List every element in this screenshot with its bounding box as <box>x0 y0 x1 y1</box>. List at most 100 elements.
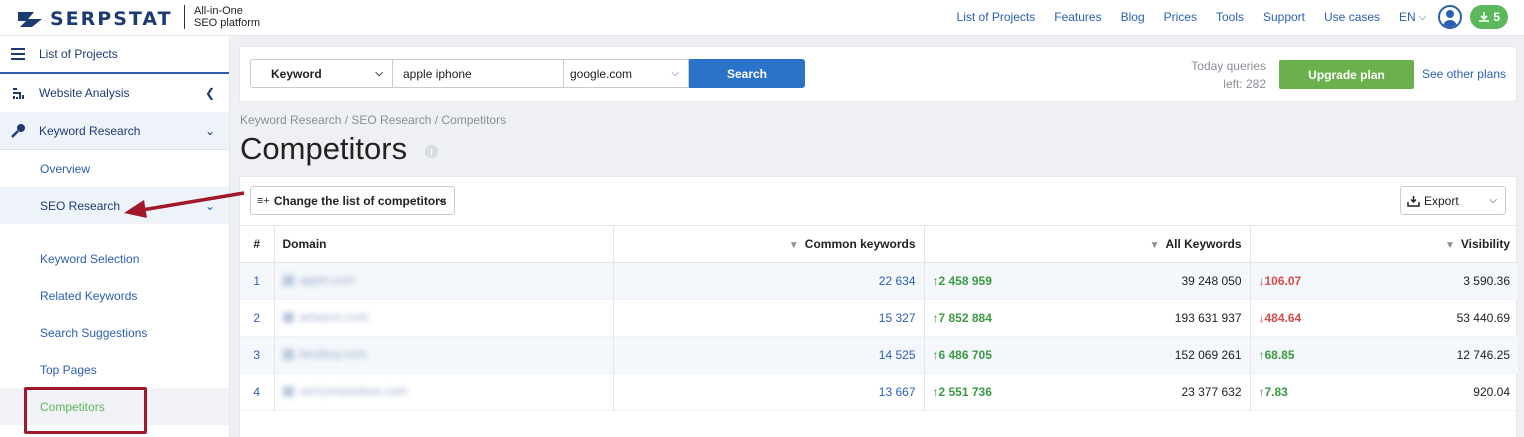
table-row: 1 apple.com 22 634 ↑2 458 959 39 248 050 ↓106… <box>240 262 1518 300</box>
sidebar-item-list-of-projects[interactable]: List of Projects <box>0 36 229 74</box>
tagline-line-2: SEO platform <box>194 17 261 29</box>
column-header-label: Domain <box>282 237 327 251</box>
column-header-domain: Domain <box>274 225 614 263</box>
sidebar-item-overview[interactable]: Overview <box>0 150 229 187</box>
all-keywords-delta-value: 7 852 884 <box>938 311 992 325</box>
all-keywords-value: 23 377 632 <box>1181 385 1242 399</box>
domain-text: amazon.com <box>299 310 369 325</box>
column-header-label: All Keywords <box>1165 237 1242 251</box>
downloads-count: 5 <box>1493 10 1500 24</box>
domain-cell[interactable]: apple.com <box>274 262 614 300</box>
visibility-delta: ↑68.85 <box>1259 348 1295 362</box>
column-header-all-keywords[interactable]: ▼ All Keywords <box>924 225 1251 263</box>
row-number: 3 <box>240 336 275 374</box>
domain-link-blurred[interactable]: amazon.com <box>282 310 369 325</box>
search-type-select[interactable]: Keyword ⌵ <box>250 59 393 88</box>
visibility-value: 3 590.36 <box>1463 274 1510 288</box>
common-keywords-cell[interactable]: 22 634 <box>613 262 925 300</box>
queries-left: Today queries left: 282 <box>1191 57 1266 93</box>
sidebar-item-label: Keyword Research <box>39 123 141 138</box>
sidebar-spacer <box>0 224 229 240</box>
visibility-value: 53 440.69 <box>1456 311 1510 325</box>
nav-features[interactable]: Features <box>1054 10 1101 24</box>
domain-cell[interactable]: verizonwireless.com <box>274 373 614 411</box>
favicon-icon <box>282 348 294 360</box>
common-keywords-cell[interactable]: 15 327 <box>613 299 925 337</box>
table-row: 4 verizonwireless.com 13 667 ↑2 551 736 23 3… <box>240 373 1518 411</box>
annotation-arrow-icon <box>124 191 245 218</box>
chevron-down-icon: ⌄ <box>204 123 215 138</box>
nav-list-of-projects[interactable]: List of Projects <box>957 10 1036 24</box>
row-number: 2 <box>240 299 275 337</box>
all-keywords-delta: ↑2 458 959 <box>933 274 992 288</box>
domain-cell[interactable]: bestbuy.com <box>274 336 614 374</box>
common-keywords-value: 15 327 <box>878 311 916 325</box>
visibility-delta-value: 484.64 <box>1264 311 1302 325</box>
sidebar-item-related-keywords[interactable]: Related Keywords <box>0 277 229 314</box>
search-type-value: Keyword <box>271 66 322 81</box>
see-other-plans-link[interactable]: See other plans <box>1422 67 1506 81</box>
page-title: Competitors <box>240 131 408 166</box>
visibility-value: 12 746.25 <box>1456 348 1510 362</box>
menu-icon <box>10 48 26 60</box>
row-number: 4 <box>240 373 275 411</box>
database-select[interactable]: google.com ⌵ <box>564 59 689 88</box>
change-competitors-label: Change the list of competitors <box>273 193 447 208</box>
chevron-left-icon: ❮ <box>204 86 215 100</box>
sidebar-item-keyword-selection[interactable]: Keyword Selection <box>0 240 229 277</box>
competitors-panel: ≡+ Change the list of competitors ⌵ Expo… <box>239 176 1518 437</box>
all-keywords-cell: ↑6 486 705 152 069 261 <box>924 336 1251 374</box>
domain-text: apple.com <box>299 273 355 288</box>
common-keywords-cell[interactable]: 13 667 <box>613 373 925 411</box>
annotation-highlight-box <box>24 387 147 434</box>
domain-link-blurred[interactable]: apple.com <box>282 273 355 288</box>
table-row: 3 bestbuy.com 14 525 ↑6 486 705 152 069 261 ↑… <box>240 336 1518 374</box>
export-button[interactable]: Export ⌵ <box>1400 186 1506 215</box>
nav-use-cases[interactable]: Use cases <box>1324 10 1380 24</box>
nav-support[interactable]: Support <box>1263 10 1305 24</box>
common-keywords-value: 13 667 <box>878 385 916 399</box>
queries-label: Today queries <box>1191 59 1266 73</box>
all-keywords-delta-value: 2 458 959 <box>938 274 992 288</box>
download-icon <box>1407 195 1420 207</box>
visibility-cell: ↓484.64 53 440.69 <box>1250 300 1518 337</box>
language-selector[interactable]: EN ⌵ <box>1399 10 1426 24</box>
column-header-common-keywords[interactable]: ▼ Common keywords <box>613 225 925 263</box>
all-keywords-delta: ↑6 486 705 <box>933 348 992 362</box>
upgrade-plan-button[interactable]: Upgrade plan <box>1279 60 1414 89</box>
sidebar-item-keyword-research[interactable]: Keyword Research ⌄ <box>0 112 229 150</box>
serpstat-logo[interactable]: SERPSTAT <box>18 8 173 30</box>
sidebar-item-website-analysis[interactable]: Website Analysis ❮ <box>0 74 229 112</box>
visibility-delta-value: 7.83 <box>1264 385 1288 399</box>
sidebar-item-label: Related Keywords <box>40 288 138 303</box>
favicon-icon <box>282 274 294 286</box>
domain-cell[interactable]: amazon.com <box>274 299 614 337</box>
user-avatar-icon[interactable] <box>1438 5 1463 29</box>
column-header-num: # <box>240 225 275 263</box>
logo-mark-icon <box>18 12 42 27</box>
all-keywords-value: 193 631 937 <box>1174 311 1242 325</box>
sort-icon: ▼ <box>788 240 799 251</box>
nav-blog[interactable]: Blog <box>1121 10 1145 24</box>
sidebar-item-top-pages[interactable]: Top Pages <box>0 351 229 388</box>
downloads-button[interactable]: 5 <box>1470 5 1508 29</box>
sidebar-item-search-suggestions[interactable]: Search Suggestions <box>0 314 229 351</box>
sidebar: List of Projects Website Analysis ❮ Keyw… <box>0 36 230 437</box>
website-analysis-icon <box>10 86 26 100</box>
tagline: All-in-One SEO platform <box>184 5 260 29</box>
column-header-visibility[interactable]: ▼ Visibility <box>1250 225 1518 263</box>
key-icon <box>10 123 26 138</box>
column-header-label: Common keywords <box>804 237 916 251</box>
search-input[interactable]: apple iphone <box>393 59 564 88</box>
search-button[interactable]: Search <box>689 59 805 88</box>
all-keywords-cell: ↑2 551 736 23 377 632 <box>924 373 1251 411</box>
nav-prices[interactable]: Prices <box>1164 10 1197 24</box>
domain-link-blurred[interactable]: verizonwireless.com <box>282 384 408 398</box>
domain-link-blurred[interactable]: bestbuy.com <box>282 347 367 361</box>
breadcrumb: Keyword Research / SEO Research / Compet… <box>240 113 507 127</box>
change-competitors-button[interactable]: ≡+ Change the list of competitors ⌵ <box>250 186 455 215</box>
favicon-icon <box>282 311 294 323</box>
info-icon[interactable]: i <box>425 145 438 158</box>
nav-tools[interactable]: Tools <box>1216 10 1244 24</box>
common-keywords-cell[interactable]: 14 525 <box>613 336 925 374</box>
